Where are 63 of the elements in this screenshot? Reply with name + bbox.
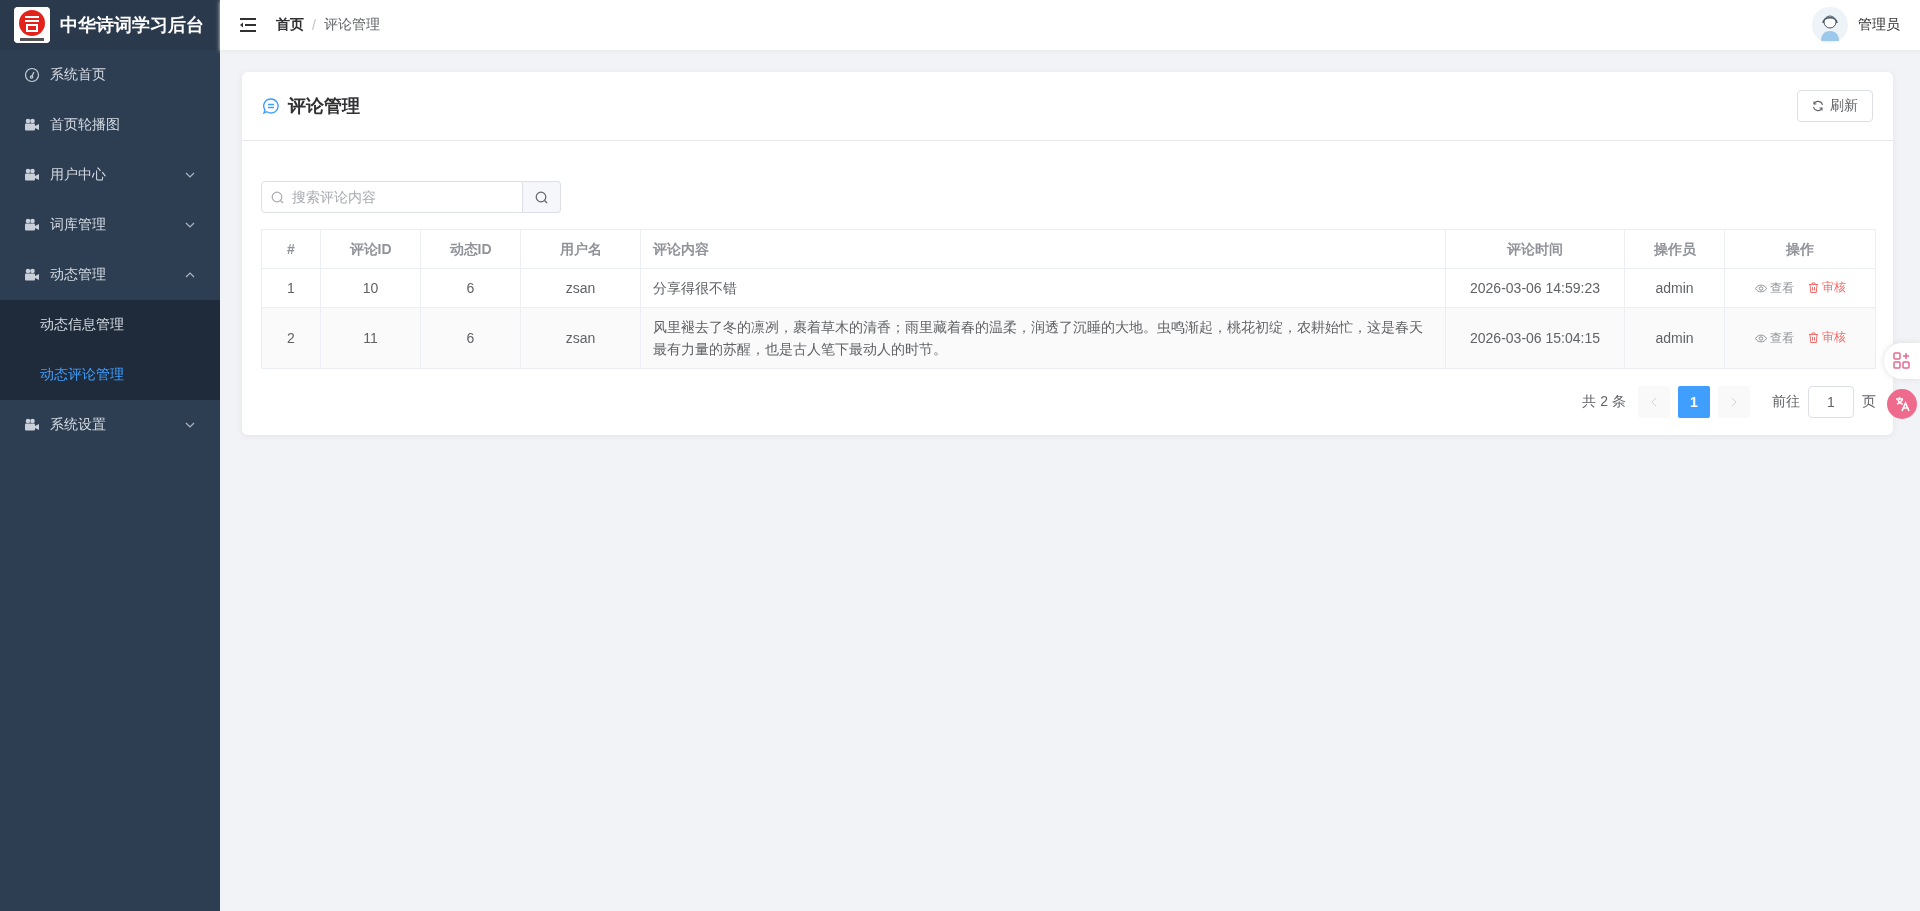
app-title: 中华诗词学习后台 bbox=[60, 14, 204, 37]
search-field[interactable]: 搜索评论内容 bbox=[261, 181, 523, 213]
table-cell: admin bbox=[1624, 307, 1725, 369]
camera-icon bbox=[24, 118, 40, 132]
breadcrumb-separator: / bbox=[312, 17, 316, 33]
goto-label: 前往 bbox=[1772, 393, 1800, 411]
menu-item[interactable]: 用户中心 bbox=[0, 150, 220, 200]
search-icon bbox=[535, 190, 548, 204]
camera-icon bbox=[24, 418, 40, 432]
menu-item[interactable]: 系统设置 bbox=[0, 400, 220, 450]
table-cell: zsan bbox=[520, 268, 641, 308]
camera-icon bbox=[24, 268, 40, 282]
table-cell: 2026-03-06 14:59:23 bbox=[1445, 268, 1625, 308]
table-cell: 分享得很不错 bbox=[640, 268, 1446, 308]
table-cell: admin bbox=[1624, 268, 1725, 308]
column-header: 评论时间 bbox=[1445, 229, 1625, 269]
refresh-icon bbox=[1812, 100, 1824, 112]
table-cell: zsan bbox=[520, 307, 641, 369]
camera-icon bbox=[24, 168, 40, 182]
breadcrumb-item[interactable]: 首页 bbox=[276, 16, 304, 34]
column-header: 评论内容 bbox=[640, 229, 1446, 269]
menu-icon[interactable] bbox=[240, 18, 256, 32]
logo-icon bbox=[14, 7, 50, 43]
table-cell: 2026-03-06 15:04:15 bbox=[1445, 307, 1625, 369]
gauge-icon bbox=[24, 67, 40, 83]
panel-title: 评论管理 bbox=[288, 95, 361, 118]
table-cell: 11 bbox=[320, 307, 421, 369]
page-input[interactable]: 1 bbox=[1808, 386, 1854, 418]
user-name: 管理员 bbox=[1858, 16, 1900, 34]
trash-icon bbox=[1807, 332, 1819, 343]
breadcrumb-item: 评论管理 bbox=[323, 16, 380, 34]
trash-icon bbox=[1807, 282, 1819, 293]
column-header: 动态ID bbox=[420, 229, 521, 269]
translate-widget-icon[interactable] bbox=[1887, 389, 1917, 419]
column-header: 用户名 bbox=[520, 229, 641, 269]
table-cell: 2 bbox=[261, 307, 321, 369]
submenu-item[interactable]: 动态信息管理 bbox=[0, 300, 220, 350]
column-header: 评论ID bbox=[320, 229, 421, 269]
chevron-left-icon bbox=[1650, 397, 1658, 407]
table-cell: 6 bbox=[420, 307, 521, 369]
column-header: 操作员 bbox=[1624, 229, 1725, 269]
menu-item[interactable]: 首页轮播图 bbox=[0, 100, 220, 150]
column-header: # bbox=[261, 229, 321, 269]
table-cell: 1 bbox=[261, 268, 321, 308]
submenu-item[interactable]: 动态评论管理 bbox=[0, 350, 220, 400]
total-count: 共 2 条 bbox=[1582, 393, 1626, 411]
eye-icon bbox=[1754, 284, 1767, 293]
table-cell: 风里褪去了冬的凛冽，裹着草木的清香；雨里藏着春的温柔，润透了沉睡的大地。虫鸣渐起，桃花初绽，农耕始忙，这是春天最有力量的苏醒，也是古人笔下最动人的时节。 bbox=[640, 307, 1446, 369]
avatar-icon[interactable] bbox=[1812, 7, 1848, 43]
table-cell: 6 bbox=[420, 268, 521, 308]
column-header: 操作 bbox=[1724, 229, 1876, 269]
search-button[interactable] bbox=[523, 181, 561, 213]
table-cell: 10 bbox=[320, 268, 421, 308]
menu-item[interactable]: 系统首页 bbox=[0, 50, 220, 100]
apps-widget-icon[interactable] bbox=[1884, 343, 1920, 379]
page-suffix: 页 bbox=[1862, 393, 1876, 411]
menu-item[interactable]: 词库管理 bbox=[0, 200, 220, 250]
chevron-right-icon bbox=[1730, 397, 1738, 407]
camera-icon bbox=[24, 218, 40, 232]
eye-icon bbox=[1754, 334, 1767, 343]
chat-icon bbox=[262, 97, 280, 115]
menu-item[interactable]: 动态管理 bbox=[0, 250, 220, 300]
refresh-button[interactable]: 刷新 bbox=[1797, 90, 1873, 122]
